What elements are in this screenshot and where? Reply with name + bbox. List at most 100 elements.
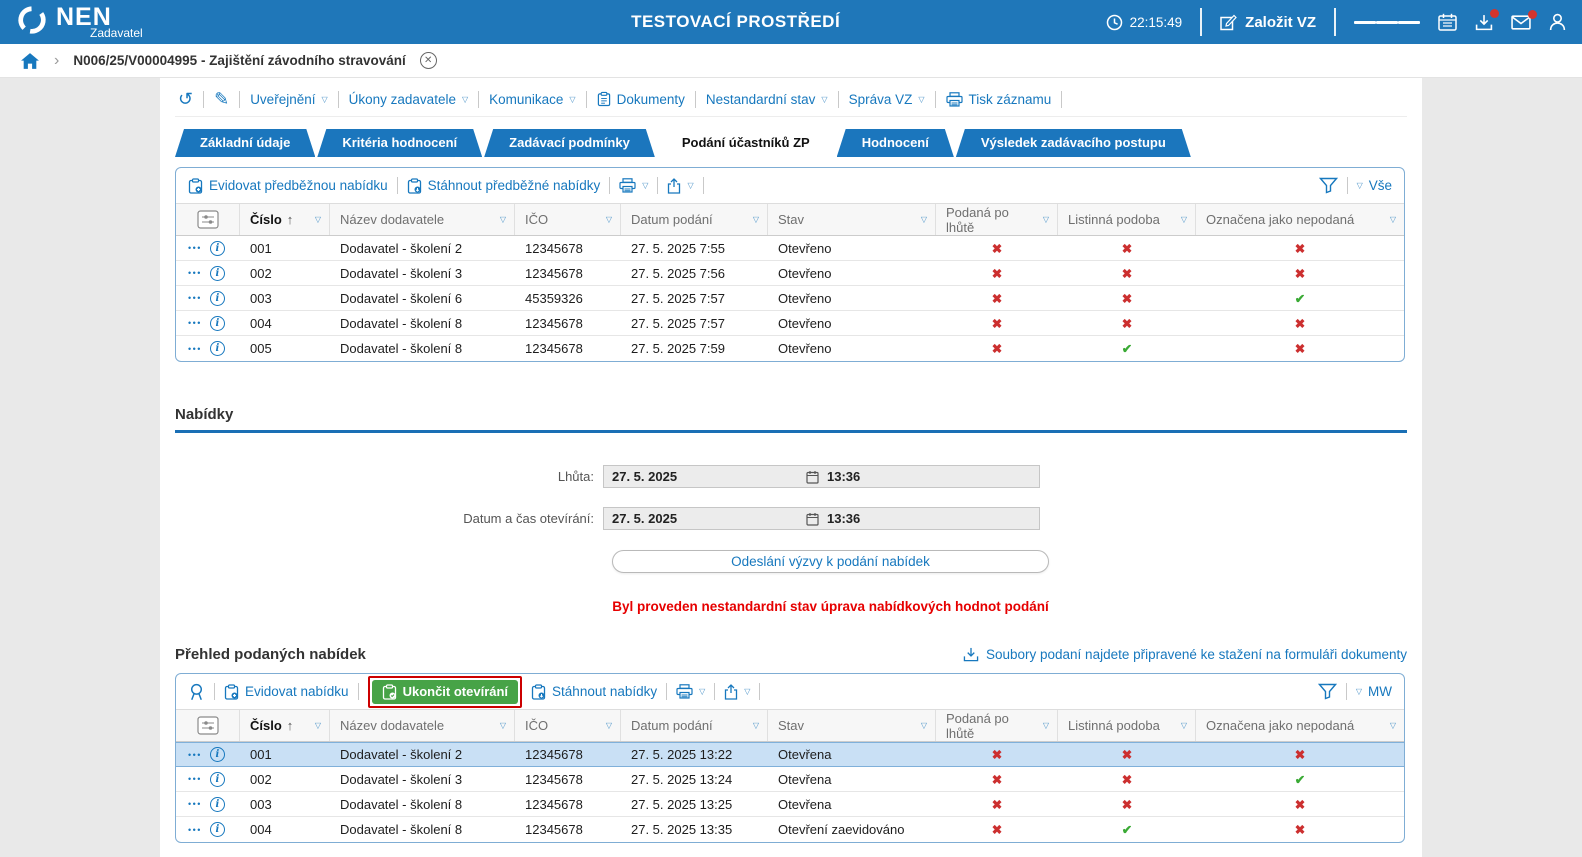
calendar-icon[interactable] xyxy=(1438,13,1457,31)
evidovat-predbeznou-button[interactable]: Evidovat předběžnou nabídku xyxy=(188,178,388,194)
info-icon[interactable]: i xyxy=(210,772,225,787)
column-header-ico[interactable]: IČO▽ xyxy=(515,204,621,235)
column-header-stav[interactable]: Stav▽ xyxy=(768,710,936,741)
info-icon[interactable]: i xyxy=(210,822,225,837)
table-row[interactable]: •••i 004 Dodavatel - školení 8 12345678 … xyxy=(176,311,1404,336)
opening-time-value[interactable]: 13:36 xyxy=(827,511,860,526)
column-settings-button[interactable] xyxy=(176,204,240,235)
opening-date-value[interactable]: 27. 5. 2025 xyxy=(604,511,806,526)
column-settings-button[interactable] xyxy=(176,710,240,741)
row-actions-icon[interactable]: ••• xyxy=(188,799,202,809)
filter-dropdown-icon[interactable]: ▽ xyxy=(315,721,321,730)
menu-komunikace[interactable]: Komunikace▽ xyxy=(489,92,575,107)
view-selector[interactable]: ▽MW xyxy=(1356,684,1392,699)
home-icon[interactable] xyxy=(20,52,40,70)
filter-dropdown-icon[interactable]: ▽ xyxy=(606,721,612,730)
filter-dropdown-icon[interactable]: ▽ xyxy=(500,721,506,730)
menu-ukony-zadavatele[interactable]: Úkony zadavatele▽ xyxy=(349,92,468,107)
calendar-small-icon[interactable] xyxy=(806,470,819,484)
row-actions-icon[interactable]: ••• xyxy=(188,318,202,328)
info-icon[interactable]: i xyxy=(210,797,225,812)
filter-dropdown-icon[interactable]: ▽ xyxy=(921,721,927,730)
column-header-listinna[interactable]: Listinná podoba▽ xyxy=(1058,204,1196,235)
tab-hodnoceni[interactable]: Hodnocení xyxy=(837,129,954,157)
breadcrumb-current-item[interactable]: N006/25/V00004995 - Zajištění závodního … xyxy=(73,53,405,68)
print-grid-button[interactable]: ▽ xyxy=(619,178,648,193)
tab-zadavaci-podminky[interactable]: Zadávací podmínky xyxy=(484,129,655,157)
column-header-stav[interactable]: Stav▽ xyxy=(768,204,936,235)
stahnout-predbezne-button[interactable]: Stáhnout předběžné nabídky xyxy=(407,178,601,194)
table-row[interactable]: •••i 002 Dodavatel - školení 3 12345678 … xyxy=(176,261,1404,286)
filter-dropdown-icon[interactable]: ▽ xyxy=(1390,215,1396,224)
deadline-time-value[interactable]: 13:36 xyxy=(827,469,860,484)
column-header-nazev[interactable]: Název dodavatele▽ xyxy=(330,204,515,235)
filter-dropdown-icon[interactable]: ▽ xyxy=(1043,721,1049,730)
table-row[interactable]: •••i 003 Dodavatel - školení 6 45359326 … xyxy=(176,286,1404,311)
files-download-link[interactable]: Soubory podaní najdete připravené ke sta… xyxy=(963,647,1407,662)
close-record-icon[interactable]: ✕ xyxy=(420,52,437,69)
table-row[interactable]: •••i 003 Dodavatel - školení 8 12345678 … xyxy=(176,792,1404,817)
column-header-cislo[interactable]: Číslo↑▽ xyxy=(240,204,330,235)
messages-icon[interactable] xyxy=(1511,15,1531,30)
column-header-listinna[interactable]: Listinná podoba▽ xyxy=(1058,710,1196,741)
filter-dropdown-icon[interactable]: ▽ xyxy=(753,721,759,730)
menu-dokumenty[interactable]: Dokumenty xyxy=(597,91,685,107)
row-actions-icon[interactable]: ••• xyxy=(188,344,202,354)
table-row[interactable]: •••i 004 Dodavatel - školení 8 12345678 … xyxy=(176,817,1404,842)
deadline-field[interactable]: 27. 5. 2025 13:36 xyxy=(603,465,1040,488)
tab-vysledek[interactable]: Výsledek zadávacího postupu xyxy=(956,129,1191,157)
menu-icon[interactable] xyxy=(1354,18,1420,27)
filter-dropdown-icon[interactable]: ▽ xyxy=(1043,215,1049,224)
info-icon[interactable]: i xyxy=(210,241,225,256)
calendar-small-icon[interactable] xyxy=(806,512,819,526)
column-header-nazev[interactable]: Název dodavatele▽ xyxy=(330,710,515,741)
deadline-date-value[interactable]: 27. 5. 2025 xyxy=(604,469,806,484)
downloads-icon[interactable] xyxy=(1475,14,1493,31)
column-header-nepodana[interactable]: Označena jako nepodaná▽ xyxy=(1196,710,1404,741)
print-grid-button[interactable]: ▽ xyxy=(676,684,705,699)
view-selector[interactable]: ▽Vše xyxy=(1357,178,1392,193)
column-header-nepodana[interactable]: Označena jako nepodaná▽ xyxy=(1196,204,1404,235)
history-icon[interactable]: ↺ xyxy=(178,90,193,108)
column-header-po-lhute[interactable]: Podaná po lhůtě▽ xyxy=(936,204,1058,235)
row-actions-icon[interactable]: ••• xyxy=(188,268,202,278)
row-actions-icon[interactable]: ••• xyxy=(188,293,202,303)
nen-logo[interactable]: NEN Zadavatel xyxy=(16,4,143,40)
send-invitation-button[interactable]: Odeslání výzvy k podání nabídek xyxy=(612,550,1049,573)
evidovat-nabidku-button[interactable]: Evidovat nabídku xyxy=(224,684,349,700)
export-grid-button[interactable]: ▽ xyxy=(724,684,750,700)
tab-kriteria-hodnoceni[interactable]: Kritéria hodnocení xyxy=(317,129,482,157)
filter-dropdown-icon[interactable]: ▽ xyxy=(500,215,506,224)
menu-nestandardni-stav[interactable]: Nestandardní stav▽ xyxy=(706,92,828,107)
table-row[interactable]: •••i 001 Dodavatel - školení 2 12345678 … xyxy=(176,236,1404,261)
opening-field[interactable]: 27. 5. 2025 13:36 xyxy=(603,507,1040,530)
column-header-datum[interactable]: Datum podání▽ xyxy=(621,710,768,741)
table-row[interactable]: •••i 005 Dodavatel - školení 8 12345678 … xyxy=(176,336,1404,361)
filter-icon[interactable] xyxy=(1319,177,1338,194)
column-header-cislo[interactable]: Číslo↑▽ xyxy=(240,710,330,741)
tab-podani-ucastniku-zp[interactable]: Podání účastníků ZP xyxy=(657,129,835,157)
menu-uverejneni[interactable]: Uveřejnění▽ xyxy=(250,92,327,107)
create-vz-button[interactable]: Založit VZ xyxy=(1220,14,1316,31)
user-profile-icon[interactable] xyxy=(1549,13,1566,31)
award-icon[interactable] xyxy=(188,683,205,701)
row-actions-icon[interactable]: ••• xyxy=(188,243,202,253)
stahnout-nabidky-button[interactable]: Stáhnout nabídky xyxy=(531,684,657,700)
filter-dropdown-icon[interactable]: ▽ xyxy=(753,215,759,224)
filter-dropdown-icon[interactable]: ▽ xyxy=(1181,721,1187,730)
ukoncit-oteviranii-button[interactable]: Ukončit otevírání xyxy=(372,680,518,704)
filter-dropdown-icon[interactable]: ▽ xyxy=(1181,215,1187,224)
print-record-button[interactable]: Tisk záznamu xyxy=(946,92,1052,107)
filter-icon[interactable] xyxy=(1318,683,1337,700)
column-header-po-lhute[interactable]: Podaná po lhůtě▽ xyxy=(936,710,1058,741)
row-actions-icon[interactable]: ••• xyxy=(188,774,202,784)
table-row[interactable]: •••i 002 Dodavatel - školení 3 12345678 … xyxy=(176,767,1404,792)
menu-sprava-vz[interactable]: Správa VZ▽ xyxy=(849,92,925,107)
info-icon[interactable]: i xyxy=(210,747,225,762)
info-icon[interactable]: i xyxy=(210,341,225,356)
filter-dropdown-icon[interactable]: ▽ xyxy=(921,215,927,224)
export-grid-button[interactable]: ▽ xyxy=(667,178,693,194)
edit-record-icon[interactable]: ✎ xyxy=(214,90,229,108)
row-actions-icon[interactable]: ••• xyxy=(188,825,202,835)
table-row-selected[interactable]: •••i 001 Dodavatel - školení 2 12345678 … xyxy=(176,742,1404,767)
